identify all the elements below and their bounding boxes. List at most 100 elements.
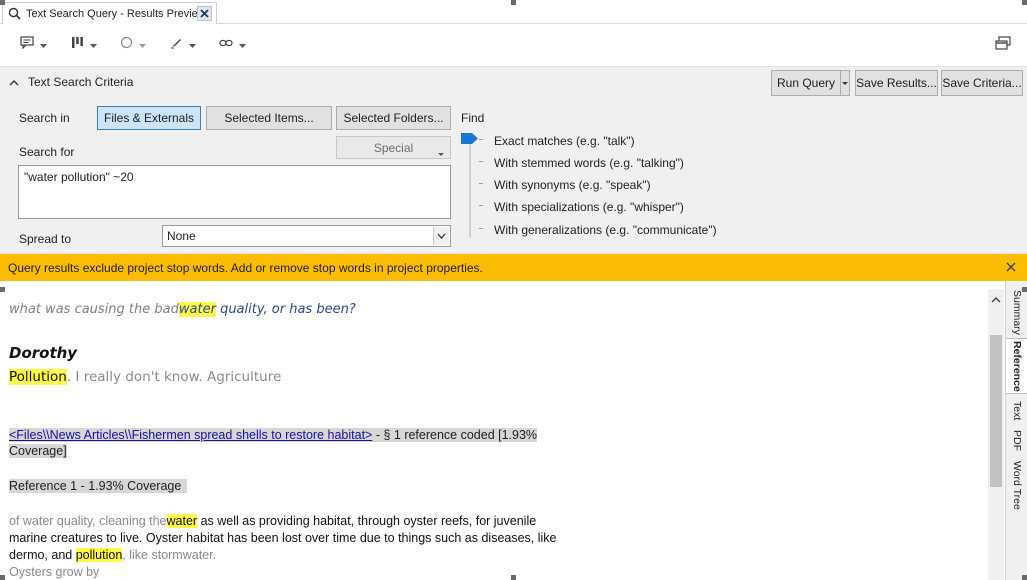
find-slider-thumb[interactable] — [461, 133, 478, 144]
body-context: Oysters grow by — [9, 565, 100, 579]
results-scrollbar[interactable] — [988, 289, 1004, 580]
criteria-title: Text Search Criteria — [28, 75, 134, 89]
find-option-stemmed[interactable]: With stemmed words (e.g. "talking") — [494, 156, 684, 170]
spread-to-label: Spread to — [19, 232, 72, 246]
result-answer: Pollution. I really don't know. Agricult… — [9, 369, 281, 385]
source-link[interactable]: <Files\\News Articles\\Fishermen spread … — [9, 428, 372, 442]
reference-heading: Reference 1 - 1.93% Coverage — [9, 479, 188, 493]
search-hit: water — [166, 514, 198, 528]
resize-handle[interactable] — [1022, 0, 1027, 5]
results-preview-window: Text Search Query - Results Preview Text… — [0, 0, 1027, 580]
stop-words-infobar: Query results exclude project stop words… — [0, 254, 1027, 281]
chevron-down-icon — [139, 37, 146, 51]
toolbar — [0, 25, 1027, 65]
slider-tick — [479, 205, 483, 206]
resize-handle[interactable] — [1022, 287, 1027, 292]
slider-tick — [479, 228, 483, 229]
circle-icon — [120, 36, 133, 52]
files-externals-button[interactable]: Files & Externals — [97, 106, 201, 130]
highlighter-icon — [170, 36, 183, 52]
find-option-synonyms[interactable]: With synonyms (e.g. "speak") — [494, 178, 651, 192]
reference-header: <Files\\News Articles\\Fishermen spread … — [9, 428, 538, 458]
search-hit: pollution — [75, 548, 123, 562]
reference-summary: - § 1 reference coded [1.93% — [372, 428, 538, 442]
run-query-dropdown[interactable] — [840, 70, 850, 96]
comment-icon — [20, 36, 34, 52]
tab-title: Text Search Query - Results Preview — [26, 7, 206, 20]
reference-coverage: Coverage] — [9, 444, 67, 458]
tab-text-label: Text — [1011, 401, 1023, 421]
chevron-down-icon — [90, 37, 97, 51]
spread-to-select[interactable]: None — [162, 225, 451, 247]
question-text-post: quality, or has been? — [220, 302, 356, 317]
body-context: , like stormwater. — [122, 548, 217, 562]
resize-handle[interactable] — [511, 575, 516, 580]
view-tabs: Summary Reference Text PDF Word Tree — [1005, 281, 1027, 580]
special-dropdown[interactable]: Special — [336, 136, 451, 159]
resize-handle[interactable] — [0, 0, 5, 5]
shape-button[interactable] — [120, 34, 146, 54]
selected-items-button[interactable]: Selected Items... — [206, 106, 332, 130]
result-question: what was causing the badwater quality, o… — [9, 302, 356, 317]
find-option-exact[interactable]: Exact matches (e.g. "talk") — [494, 134, 635, 148]
tab-summary[interactable]: Summary — [1006, 287, 1027, 337]
resize-handle[interactable] — [1022, 575, 1027, 580]
coding-stripes-button[interactable] — [71, 34, 97, 54]
slider-tick — [479, 183, 483, 184]
save-results-button[interactable]: Save Results... — [855, 70, 938, 96]
reference-heading-text: Reference 1 - 1.93% Coverage — [9, 479, 188, 493]
tab-reference[interactable]: Reference — [1006, 338, 1027, 394]
find-option-specializations[interactable]: With specializations (e.g. "whisper") — [494, 200, 684, 214]
tab-text[interactable]: Text — [1006, 397, 1027, 425]
special-label: Special — [373, 140, 414, 155]
body-context: of water quality, cleaning the — [9, 514, 167, 528]
highlight-button[interactable] — [170, 34, 196, 54]
tab-pdf-label: PDF — [1011, 429, 1023, 451]
find-label: Find — [461, 111, 485, 125]
link-icon — [219, 37, 233, 52]
search-criteria-panel: Text Search Criteria Run Query Save Resu… — [0, 66, 1027, 254]
find-option-generalizations[interactable]: With generalizations (e.g. "communicate"… — [494, 223, 717, 237]
infobar-message: Query results exclude project stop words… — [8, 260, 483, 275]
window-restore-icon — [995, 35, 1011, 53]
question-text: what was causing the bad — [9, 302, 179, 317]
find-slider-track[interactable] — [469, 137, 471, 237]
resize-handle[interactable] — [0, 575, 5, 580]
close-icon[interactable] — [1005, 261, 1017, 273]
slider-tick — [479, 161, 483, 162]
close-icon[interactable] — [197, 6, 212, 21]
save-criteria-button[interactable]: Save Criteria... — [941, 70, 1023, 96]
answer-text: . I really don't know. Agriculture — [66, 369, 282, 385]
chevron-down-icon — [189, 37, 196, 51]
chevron-up-icon[interactable] — [991, 292, 1001, 306]
scrollbar-thumb[interactable] — [990, 335, 1002, 487]
tab-results-preview[interactable]: Text Search Query - Results Preview — [2, 2, 217, 24]
resize-handle[interactable] — [0, 287, 5, 292]
resize-handle[interactable] — [511, 0, 516, 5]
criteria-header[interactable]: Text Search Criteria — [9, 75, 133, 89]
chevron-up-icon[interactable] — [9, 75, 19, 89]
search-hit: Pollution — [9, 369, 67, 385]
chevron-down-icon — [40, 37, 47, 51]
tab-pdf[interactable]: PDF — [1006, 426, 1027, 454]
annotation-button[interactable] — [20, 34, 47, 54]
slider-tick — [479, 139, 483, 140]
search-for-label: Search for — [19, 145, 75, 159]
tab-summary-label: Summary — [1011, 289, 1023, 335]
run-query-button[interactable]: Run Query — [771, 70, 841, 96]
chevron-down-icon[interactable] — [433, 227, 449, 245]
tab-word-tree[interactable]: Word Tree — [1006, 457, 1027, 513]
chevron-down-icon — [239, 37, 246, 51]
search-in-label: Search in — [19, 111, 70, 125]
speaker-name: Dorothy — [9, 344, 78, 362]
spread-to-value: None — [167, 229, 196, 243]
tab-word-tree-label: Word Tree — [1011, 460, 1023, 510]
selected-folders-button[interactable]: Selected Folders... — [336, 106, 451, 130]
chevron-down-icon — [438, 145, 444, 159]
tab-reference-label: Reference — [1011, 340, 1023, 392]
link-button[interactable] — [219, 34, 246, 54]
restore-window-button[interactable] — [993, 34, 1013, 54]
search-hit: water — [178, 302, 216, 317]
results-preview-content: what was causing the badwater quality, o… — [0, 281, 988, 580]
search-for-input[interactable]: "water pollution" ~20 — [18, 165, 451, 219]
